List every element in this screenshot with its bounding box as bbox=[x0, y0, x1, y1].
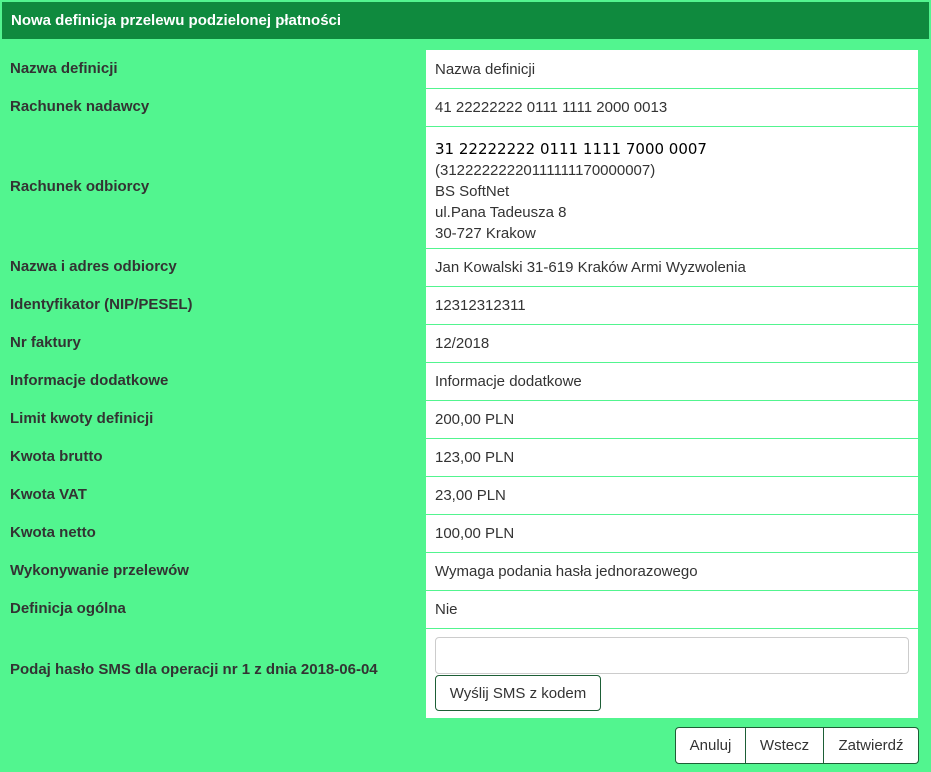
recipient-bank-name: BS SoftNet bbox=[435, 183, 510, 200]
label-sms-password: Podaj hasło SMS dla operacji nr 1 z dnia… bbox=[10, 661, 378, 678]
label-nr-faktury: Nr faktury bbox=[10, 334, 81, 351]
recipient-bank-street: ul.Pana Tadeusza 8 bbox=[435, 204, 567, 221]
label-rachunek-nadawcy: Rachunek nadawcy bbox=[10, 98, 150, 115]
label-informacje-dodatkowe: Informacje dodatkowe bbox=[10, 372, 169, 389]
label-limit-kwoty: Limit kwoty definicji bbox=[10, 410, 154, 427]
recipient-account-number: 31 22222222 0111 1111 7000 0007 bbox=[435, 140, 707, 158]
value-kwota-netto: 100,00 PLN bbox=[426, 514, 918, 552]
recipient-bank-city: 30-727 Krakow bbox=[435, 225, 536, 242]
value-limit-kwoty: 200,00 PLN bbox=[426, 400, 918, 438]
confirm-button[interactable]: Zatwierdź bbox=[824, 727, 919, 764]
value-nr-faktury: 12/2018 bbox=[426, 324, 918, 362]
value-identyfikator: 12312312311 bbox=[426, 286, 918, 324]
value-informacje-dodatkowe: Informacje dodatkowe bbox=[426, 362, 918, 400]
value-kwota-brutto: 123,00 PLN bbox=[426, 438, 918, 476]
value-sms-password: Wyślij SMS z kodem bbox=[426, 628, 918, 718]
value-kwota-vat: 23,00 PLN bbox=[426, 476, 918, 514]
label-kwota-netto: Kwota netto bbox=[10, 524, 96, 541]
label-wykonywanie: Wykonywanie przelewów bbox=[10, 562, 189, 579]
panel-title: Nowa definicja przelewu podzielonej płat… bbox=[2, 2, 929, 39]
value-nazwa-definicji: Nazwa definicji bbox=[426, 50, 918, 88]
label-kwota-brutto: Kwota brutto bbox=[10, 448, 103, 465]
label-kwota-vat: Kwota VAT bbox=[10, 486, 87, 503]
back-button[interactable]: Wstecz bbox=[746, 727, 824, 764]
sms-code-input[interactable] bbox=[435, 637, 909, 674]
action-button-group: Anuluj Wstecz Zatwierdź bbox=[675, 727, 919, 764]
label-rachunek-odbiorcy: Rachunek odbiorcy bbox=[10, 178, 150, 195]
label-nazwa-definicji: Nazwa definicji bbox=[10, 60, 118, 77]
cancel-button[interactable]: Anuluj bbox=[675, 727, 746, 764]
value-definicja-ogolna: Nie bbox=[426, 590, 918, 628]
value-wykonywanie: Wymaga podania hasła jednorazowego bbox=[426, 552, 918, 590]
recipient-account-raw: (31222222220111111170000007) bbox=[435, 162, 656, 179]
label-nazwa-adres-odbiorcy: Nazwa i adres odbiorcy bbox=[10, 258, 177, 275]
label-definicja-ogolna: Definicja ogólna bbox=[10, 600, 126, 617]
value-rachunek-odbiorcy: 31 22222222 0111 1111 7000 0007 (3122222… bbox=[426, 126, 918, 248]
transfer-definition-panel: Nowa definicja przelewu podzielonej płat… bbox=[0, 0, 931, 772]
label-identyfikator: Identyfikator (NIP/PESEL) bbox=[10, 296, 193, 313]
send-sms-button[interactable]: Wyślij SMS z kodem bbox=[435, 675, 601, 711]
value-nazwa-adres-odbiorcy: Jan Kowalski 31-619 Kraków Armi Wyzwolen… bbox=[426, 248, 918, 286]
value-rachunek-nadawcy: 41 22222222 0111 1111 2000 0013 bbox=[426, 88, 918, 126]
